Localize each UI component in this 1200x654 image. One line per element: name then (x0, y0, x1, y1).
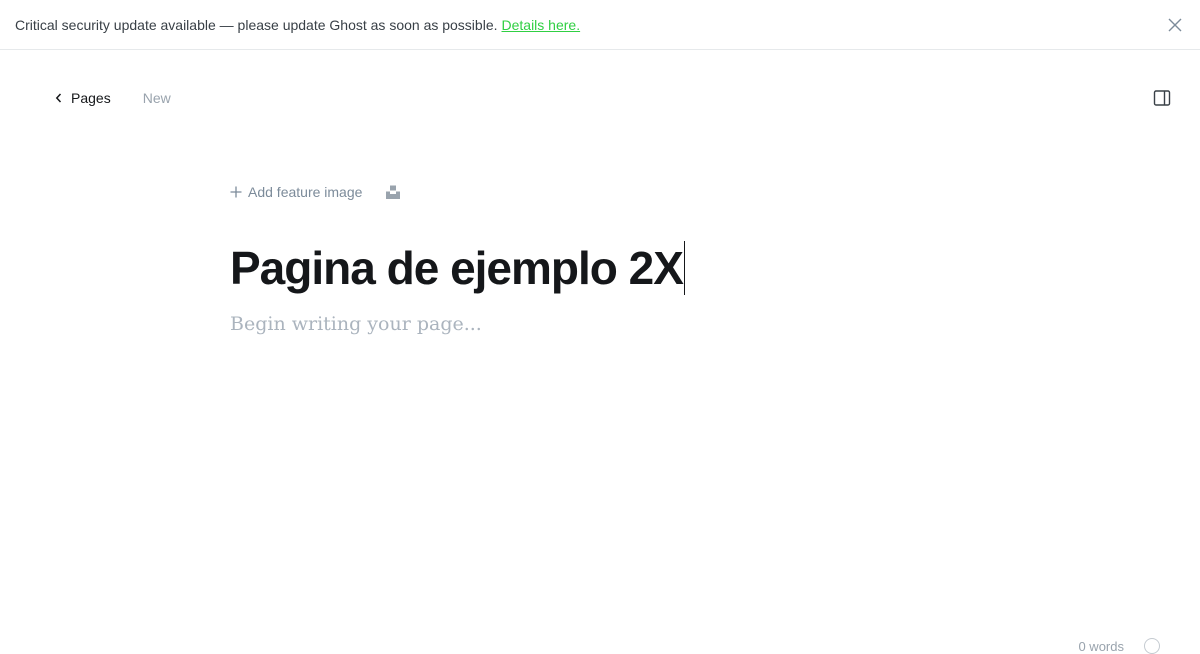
post-title-input[interactable]: Pagina de ejemplo 2X (230, 238, 686, 298)
security-alert-bar: Critical security update available — ple… (0, 0, 1200, 50)
chevron-left-icon (55, 93, 62, 103)
editor-header: Pages New (0, 50, 1200, 146)
alert-message: Critical security update available — ple… (15, 16, 498, 33)
back-to-pages-link[interactable]: Pages (55, 90, 111, 106)
text-caret (683, 241, 686, 295)
word-count: 0 words (1078, 638, 1124, 654)
post-status: New (142, 90, 171, 106)
help-icon[interactable] (1144, 638, 1160, 654)
alert-details-link[interactable]: Details here. (502, 17, 581, 33)
add-feature-image-label: Add feature image (248, 184, 363, 200)
sidebar-toggle-icon[interactable] (1153, 89, 1171, 107)
breadcrumb: Pages New (55, 90, 171, 106)
plus-icon (230, 186, 242, 198)
close-icon[interactable] (1167, 17, 1183, 33)
add-feature-image-button[interactable]: Add feature image (230, 184, 362, 200)
unsplash-icon[interactable] (386, 185, 401, 199)
feature-image-row: Add feature image (230, 184, 401, 200)
editor-footer: 0 words (1078, 638, 1160, 654)
back-label: Pages (71, 90, 111, 106)
editor-body[interactable]: Begin writing your page... (230, 313, 482, 335)
post-title-text: Pagina de ejemplo 2X (230, 242, 684, 294)
